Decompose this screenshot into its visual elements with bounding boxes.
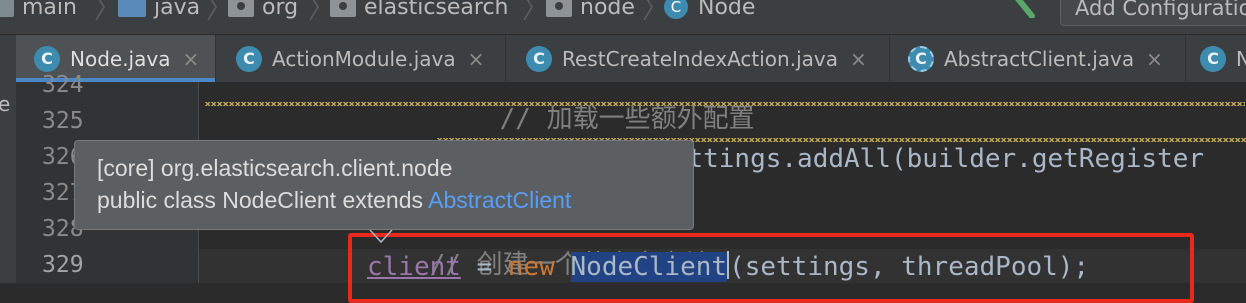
add-configuration-button[interactable]: Add Configuration... <box>1060 0 1246 26</box>
tab-label: Node.java <box>70 46 171 71</box>
breadcrumb-label: java <box>154 0 201 20</box>
fold-arrow-icon[interactable] <box>368 228 394 244</box>
quick-documentation-popup: [core] org.elasticsearch.client.node pub… <box>74 140 694 230</box>
chevron-right-icon <box>95 0 105 21</box>
highlight-box <box>348 233 1194 303</box>
source-folder-icon <box>118 0 146 17</box>
class-icon: C <box>34 45 60 72</box>
close-icon[interactable]: × <box>182 47 199 71</box>
tab-label: RestCreateIndexAction.java <box>562 46 838 71</box>
code-line-325: additionalSettings.addAll(builder.getReg… <box>437 108 1204 174</box>
close-icon[interactable]: × <box>468 47 485 71</box>
line-number: 325 <box>42 108 84 134</box>
tab-overflow[interactable]: C N <box>1186 35 1246 82</box>
class-icon: C <box>236 45 262 72</box>
breadcrumb-item-java[interactable]: java <box>118 0 200 24</box>
breadcrumb-item-org[interactable]: org <box>228 0 298 24</box>
tab-restcreateindexaction-java[interactable]: C RestCreateIndexAction.java × <box>506 35 890 82</box>
chevron-right-icon <box>523 0 533 21</box>
navigation-bar: main java org elasticsearch node C Node … <box>0 0 1246 35</box>
breadcrumb-item-node[interactable]: node <box>546 0 635 24</box>
package-icon <box>228 0 254 17</box>
popup-module-line: [core] org.elasticsearch.client.node <box>97 155 453 181</box>
abstract-class-icon: C <box>908 45 934 72</box>
chevron-right-icon <box>309 0 319 21</box>
breadcrumb-label: elasticsearch <box>364 0 509 20</box>
breadcrumb-item-main[interactable]: main <box>0 0 77 24</box>
tab-label: N <box>1236 46 1246 71</box>
popup-signature-text: public class NodeClient extends <box>97 187 429 213</box>
class-icon: C <box>664 0 688 19</box>
line-number-current: 329 <box>42 252 84 278</box>
tab-label: AbstractClient.java <box>944 46 1135 71</box>
class-icon: C <box>526 45 552 72</box>
code-line-324: // 加载一些额外配置 <box>437 82 755 134</box>
breadcrumb-item-elasticsearch[interactable]: elasticsearch <box>330 0 509 24</box>
breadcrumb-label: main <box>22 0 77 20</box>
breadcrumb-item-node-class[interactable]: C Node <box>664 0 755 24</box>
popup-signature-line: public class NodeClient extends Abstract… <box>97 187 571 214</box>
line-number: 324 <box>42 72 84 98</box>
breadcrumb-label: Node <box>698 0 756 20</box>
side-tool-strip[interactable]: e <box>0 82 16 283</box>
editor-tab-bar: C Node.java × C ActionModule.java × C Re… <box>0 35 1246 82</box>
hammer-icon[interactable] <box>1006 0 1042 18</box>
tab-abstractclient-java[interactable]: C AbstractClient.java × <box>890 35 1186 82</box>
class-icon: C <box>1200 45 1226 72</box>
package-icon <box>330 0 356 17</box>
tab-label: ActionModule.java <box>272 46 456 71</box>
breadcrumb-label: node <box>580 0 635 20</box>
close-icon[interactable]: × <box>850 47 867 71</box>
side-tool-label: e <box>0 92 11 116</box>
package-icon <box>546 0 572 17</box>
chevron-right-icon <box>207 0 217 21</box>
tab-actionmodule-java[interactable]: C ActionModule.java × <box>216 35 506 82</box>
abstractclient-link[interactable]: AbstractClient <box>428 187 571 213</box>
close-icon[interactable]: × <box>1146 47 1163 71</box>
chevron-right-icon <box>643 0 653 21</box>
breadcrumb-label: org <box>262 0 299 20</box>
folder-icon <box>0 0 14 17</box>
